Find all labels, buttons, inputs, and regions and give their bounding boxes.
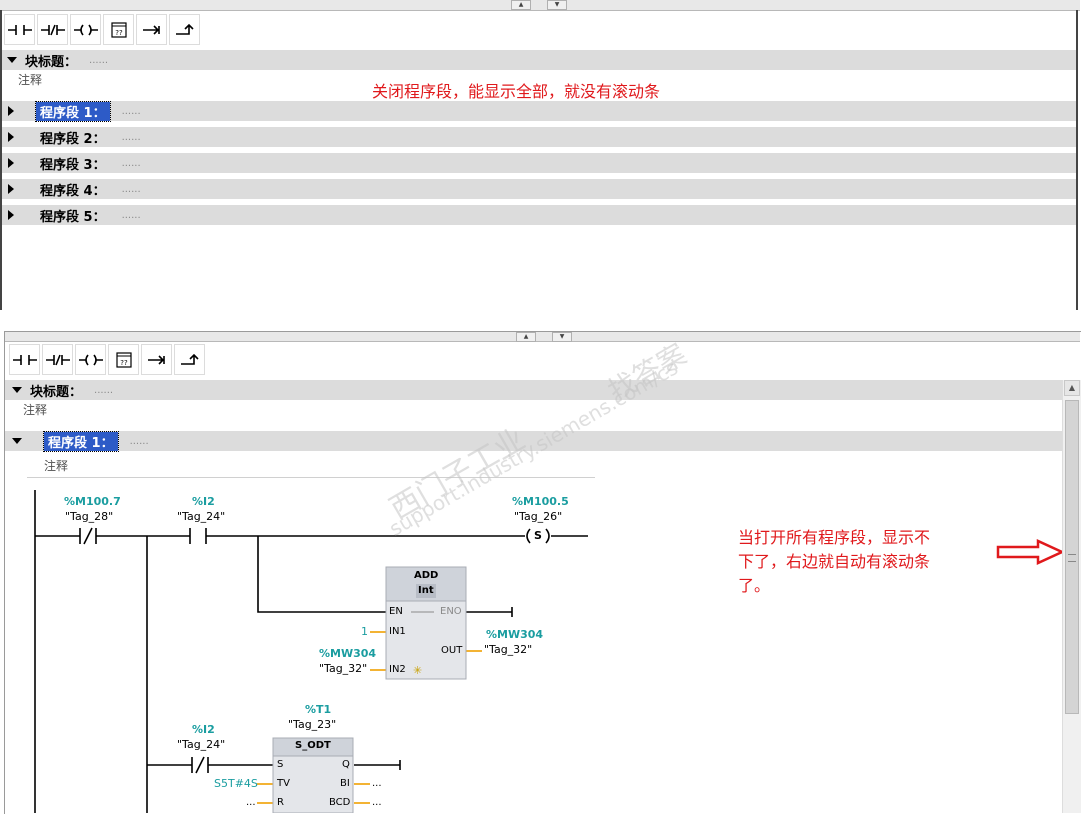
add-out-pin: OUT <box>441 645 463 656</box>
timer-r-pin: R <box>277 797 284 808</box>
add-out-operand[interactable]: %MW304 <box>486 628 543 641</box>
coil-symbol-letter: S <box>534 529 542 542</box>
add-out-tag: "Tag_32" <box>484 643 533 656</box>
timer-tag: "Tag_23" <box>288 718 337 731</box>
timer-tv-pin: TV <box>277 778 290 789</box>
top-panel-right-border <box>1076 10 1078 310</box>
scroll-up-button[interactable]: ▲ <box>1064 380 1080 396</box>
add-in1-pin: IN1 <box>389 626 406 637</box>
timer-q-pin: Q <box>342 759 350 770</box>
vertical-scrollbar[interactable]: ▲ <box>1062 380 1081 813</box>
in2-add-pin-icon[interactable]: ✳ <box>413 664 422 677</box>
timer-operand[interactable]: %T1 <box>305 703 331 716</box>
scroll-grip-icon <box>1068 554 1076 562</box>
contact1-operand[interactable]: %M100.7 <box>64 495 121 508</box>
annotation-line-2: 下了，右边就自动有滚动条 <box>738 552 931 571</box>
annotation-line-1: 当打开所有程序段，显示不 <box>738 528 931 547</box>
add-in2-pin: IN2 <box>389 664 406 675</box>
ladder-diagram: ✳ <box>34 490 588 813</box>
timer-bcd-value[interactable]: ... <box>372 797 382 808</box>
add-in2-tag: "Tag_32" <box>319 662 368 675</box>
contact1-tag: "Tag_28" <box>65 510 114 523</box>
red-arrow-icon <box>996 539 1064 565</box>
contact3-symbol[interactable] <box>191 756 209 774</box>
add-type[interactable]: Int <box>418 585 434 596</box>
timer-s-pin: S <box>277 759 284 770</box>
add-en-pin: EN <box>389 606 403 617</box>
eno-wire <box>466 607 513 617</box>
add-in2-operand[interactable]: %MW304 <box>319 647 376 660</box>
add-branch-wire <box>257 536 386 613</box>
timer-bcd-pin: BCD <box>329 797 351 808</box>
contact2-operand[interactable]: %I2 <box>192 495 215 508</box>
contact3-operand[interactable]: %I2 <box>192 723 215 736</box>
contact3-tag: "Tag_24" <box>177 738 226 751</box>
timer-r-value[interactable]: ... <box>246 797 256 808</box>
add-in1-value[interactable]: 1 <box>361 625 368 638</box>
bottom-annotation: 当打开所有程序段，显示不 下了，右边就自动有滚动条 了。 <box>738 526 930 598</box>
timer-title: S_ODT <box>295 740 331 751</box>
timer-bi-pin: BI <box>340 778 350 789</box>
coil-tag: "Tag_26" <box>514 510 563 523</box>
contact1-symbol[interactable] <box>79 527 97 545</box>
contact2-symbol[interactable] <box>189 528 207 544</box>
q-wire <box>354 760 401 770</box>
contact2-tag: "Tag_24" <box>177 510 226 523</box>
coil-operand[interactable]: %M100.5 <box>512 495 569 508</box>
add-eno-pin: ENO <box>440 606 462 617</box>
add-title: ADD <box>414 570 439 581</box>
timer-tv-value[interactable]: S5T#4S <box>214 777 258 790</box>
annotation-line-3: 了。 <box>738 576 771 595</box>
timer-bi-value[interactable]: ... <box>372 778 382 789</box>
